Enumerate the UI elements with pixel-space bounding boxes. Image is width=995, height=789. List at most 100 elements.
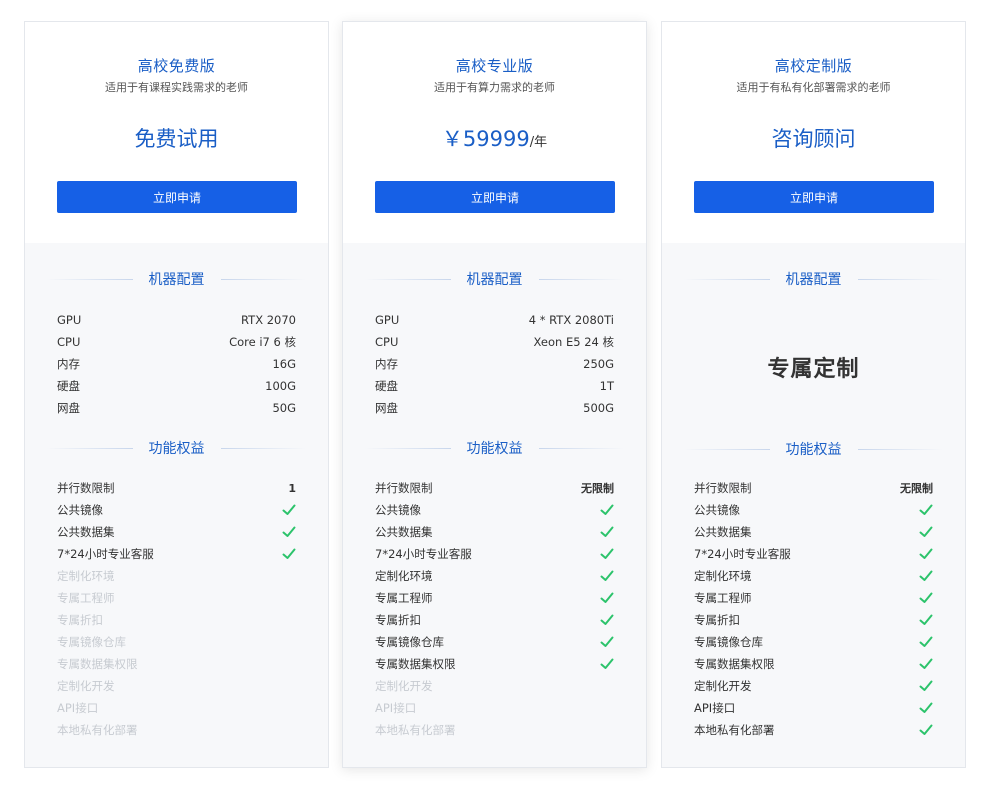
feature-label: 专属数据集权限: [57, 657, 138, 671]
plan-card-header: 高校免费版 适用于有课程实践需求的老师 免费试用 立即申请: [25, 22, 328, 244]
feature-label: 公共数据集: [57, 525, 115, 539]
plan-card-free: 高校免费版 适用于有课程实践需求的老师 免费试用 立即申请 机器配置 GPU RT…: [24, 21, 329, 768]
feature-row: API接口: [375, 697, 614, 719]
feature-row: 公共数据集: [694, 521, 933, 543]
plan-title: 高校免费版: [137, 57, 216, 75]
divider-line: [47, 278, 133, 280]
feature-row: 本地私有化部署: [57, 719, 296, 741]
plan-price: ￥59999/年: [343, 124, 646, 158]
check-icon: [600, 569, 614, 583]
feature-label: 专属折扣: [375, 613, 421, 627]
feature-label: 定制化环境: [694, 569, 752, 583]
check-icon: [919, 635, 933, 649]
features-section-heading: 功能权益: [684, 439, 943, 459]
apply-button[interactable]: 立即申请: [57, 181, 297, 213]
feature-row: API接口: [694, 697, 933, 719]
feature-label: 公共镜像: [694, 503, 740, 517]
check-icon: [600, 591, 614, 605]
features-section-heading: 功能权益: [47, 438, 306, 458]
feature-row: 并行数限制 无限制: [694, 477, 933, 499]
feature-row: 专属工程师: [375, 587, 614, 609]
config-row: 内存 16G: [57, 353, 296, 375]
feature-label: 专属镜像仓库: [57, 635, 126, 649]
config-label: 内存: [375, 357, 398, 371]
plan-card-header: 高校专业版 适用于有算力需求的老师 ￥59999/年 立即申请: [343, 22, 646, 244]
feature-label: 7*24小时专业客服: [694, 547, 791, 561]
apply-button[interactable]: 立即申请: [375, 181, 615, 213]
check-icon: [282, 547, 296, 561]
feature-label: 本地私有化部署: [694, 723, 775, 737]
config-label: GPU: [375, 313, 400, 327]
divider-line: [857, 278, 943, 280]
feature-label: 专属数据集权限: [375, 657, 456, 671]
feature-row: 专属折扣: [57, 609, 296, 631]
feature-row: 专属数据集权限: [57, 653, 296, 675]
config-section-heading: 机器配置: [684, 269, 943, 289]
apply-button[interactable]: 立即申请: [694, 181, 934, 213]
config-row: GPU RTX 2070: [57, 309, 296, 331]
feature-row: 公共镜像: [375, 499, 614, 521]
feature-row: 7*24小时专业客服: [57, 543, 296, 565]
feature-row: 本地私有化部署: [375, 719, 614, 741]
config-value: Xeon E5 24 核: [533, 335, 614, 349]
feature-row: 公共镜像: [57, 499, 296, 521]
divider-line: [538, 278, 624, 280]
features-heading-label: 功能权益: [466, 441, 523, 457]
check-icon: [919, 657, 933, 671]
config-value: 100G: [265, 379, 296, 393]
custom-config-text: 专属定制: [767, 357, 860, 382]
feature-row: 定制化环境: [375, 565, 614, 587]
feature-label: API接口: [375, 701, 417, 715]
feature-label: 专属数据集权限: [694, 657, 775, 671]
config-value: 16G: [272, 357, 296, 371]
check-icon: [600, 503, 614, 517]
plan-card-body: 机器配置 GPU 4 * RTX 2080Ti CPU Xeon E5 24 核内存 2…: [343, 243, 646, 767]
plan-price-amount: 免费试用: [134, 127, 219, 151]
plan-card-custom: 高校定制版 适用于有私有化部署需求的老师 咨询顾问 立即申请 机器配置 专属定制…: [661, 21, 966, 768]
check-icon: [600, 547, 614, 561]
divider-line: [220, 278, 306, 280]
plan-price-unit: /年: [529, 135, 548, 150]
feature-label: 并行数限制: [57, 481, 115, 495]
divider-line: [365, 447, 451, 449]
divider-line: [47, 447, 133, 449]
config-label: 网盘: [375, 401, 398, 415]
feature-label: 公共数据集: [694, 525, 752, 539]
plan-subtitle: 适用于有课程实践需求的老师: [105, 81, 248, 94]
config-row: CPU Core i7 6 核: [57, 331, 296, 353]
feature-label: 并行数限制: [375, 481, 433, 495]
divider-line: [684, 278, 770, 280]
config-heading-label: 机器配置: [785, 272, 842, 288]
feature-label: API接口: [57, 701, 99, 715]
plan-subtitle: 适用于有私有化部署需求的老师: [736, 81, 891, 94]
feature-label: 专属镜像仓库: [375, 635, 444, 649]
check-icon: [600, 525, 614, 539]
feature-label: 公共数据集: [375, 525, 433, 539]
plan-title: 高校定制版: [774, 57, 853, 75]
config-heading-label: 机器配置: [148, 272, 205, 288]
config-list: GPU 4 * RTX 2080Ti CPU Xeon E5 24 核内存 250G 硬盘…: [375, 309, 614, 419]
plan-price: 免费试用: [25, 124, 328, 158]
check-icon: [919, 569, 933, 583]
feature-row: 定制化环境: [694, 565, 933, 587]
check-icon: [919, 701, 933, 715]
plan-price-amount: 咨询顾问: [771, 127, 856, 151]
feature-label: 7*24小时专业客服: [57, 547, 154, 561]
feature-label: 定制化环境: [375, 569, 433, 583]
config-value: 50G: [272, 401, 296, 415]
config-value: Core i7 6 核: [229, 335, 296, 349]
config-heading-label: 机器配置: [466, 272, 523, 288]
config-label: CPU: [375, 335, 399, 349]
feature-row: API接口: [57, 697, 296, 719]
check-icon: [282, 503, 296, 517]
check-icon: [919, 591, 933, 605]
feature-label: 公共镜像: [375, 503, 421, 517]
divider-line: [538, 447, 624, 449]
config-value: RTX 2070: [241, 313, 296, 327]
feature-row: 并行数限制 1: [57, 477, 296, 499]
feature-row: 定制化环境: [57, 565, 296, 587]
config-row: 网盘 500G: [375, 397, 614, 419]
config-value: 500G: [583, 401, 614, 415]
config-row: 内存 250G: [375, 353, 614, 375]
plan-title: 高校专业版: [455, 57, 534, 75]
